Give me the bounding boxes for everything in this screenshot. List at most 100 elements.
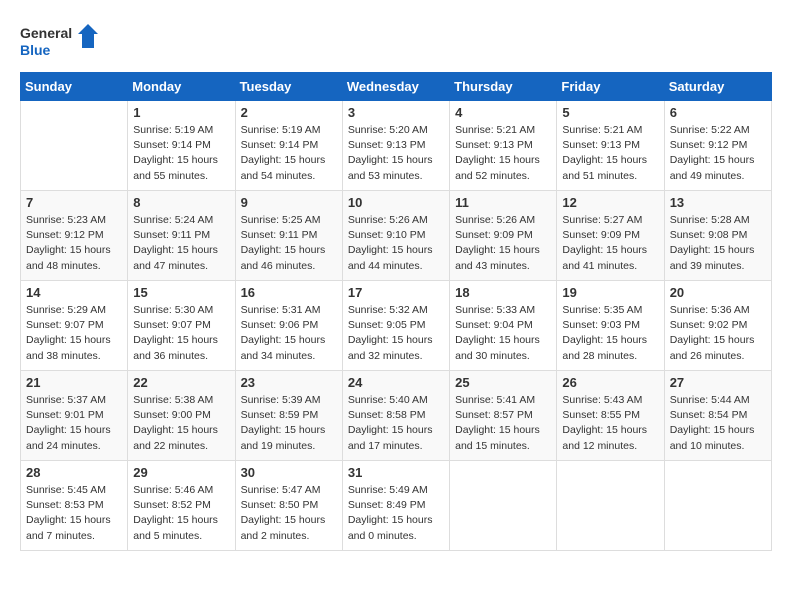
- cell-info: Sunrise: 5:41 AM Sunset: 8:57 PM Dayligh…: [455, 393, 551, 454]
- calendar-cell: 9 Sunrise: 5:25 AM Sunset: 9:11 PM Daylig…: [235, 191, 342, 281]
- cell-info: Sunrise: 5:37 AM Sunset: 9:01 PM Dayligh…: [26, 393, 122, 454]
- cell-info: Sunrise: 5:21 AM Sunset: 9:13 PM Dayligh…: [562, 123, 658, 184]
- calendar-cell: 20 Sunrise: 5:36 AM Sunset: 9:02 PM Dayli…: [664, 281, 771, 371]
- calendar-day-header: Friday: [557, 73, 664, 101]
- calendar-cell: 6 Sunrise: 5:22 AM Sunset: 9:12 PM Daylig…: [664, 101, 771, 191]
- day-number: 8: [133, 195, 229, 210]
- day-number: 1: [133, 105, 229, 120]
- calendar-cell: 25 Sunrise: 5:41 AM Sunset: 8:57 PM Dayli…: [450, 371, 557, 461]
- calendar-week-row: 14 Sunrise: 5:29 AM Sunset: 9:07 PM Dayli…: [21, 281, 772, 371]
- calendar-cell: 15 Sunrise: 5:30 AM Sunset: 9:07 PM Dayli…: [128, 281, 235, 371]
- day-number: 3: [348, 105, 444, 120]
- calendar-body: 1 Sunrise: 5:19 AM Sunset: 9:14 PM Daylig…: [21, 101, 772, 551]
- day-number: 21: [26, 375, 122, 390]
- cell-info: Sunrise: 5:23 AM Sunset: 9:12 PM Dayligh…: [26, 213, 122, 274]
- cell-info: Sunrise: 5:30 AM Sunset: 9:07 PM Dayligh…: [133, 303, 229, 364]
- day-number: 9: [241, 195, 337, 210]
- calendar-table: SundayMondayTuesdayWednesdayThursdayFrid…: [20, 72, 772, 551]
- cell-info: Sunrise: 5:40 AM Sunset: 8:58 PM Dayligh…: [348, 393, 444, 454]
- calendar-cell: 11 Sunrise: 5:26 AM Sunset: 9:09 PM Dayli…: [450, 191, 557, 281]
- calendar-cell: 13Sunrise: 5:28 AM Sunset: 9:08 PM Dayli…: [664, 191, 771, 281]
- day-number: 17: [348, 285, 444, 300]
- calendar-cell: 24 Sunrise: 5:40 AM Sunset: 8:58 PM Dayli…: [342, 371, 449, 461]
- calendar-cell: 4 Sunrise: 5:21 AM Sunset: 9:13 PM Daylig…: [450, 101, 557, 191]
- calendar-cell: 7 Sunrise: 5:23 AM Sunset: 9:12 PM Daylig…: [21, 191, 128, 281]
- day-number: 18: [455, 285, 551, 300]
- day-number: 4: [455, 105, 551, 120]
- day-number: 12: [562, 195, 658, 210]
- cell-info: Sunrise: 5:36 AM Sunset: 9:02 PM Dayligh…: [670, 303, 766, 364]
- calendar-day-header: Thursday: [450, 73, 557, 101]
- calendar-cell: 12 Sunrise: 5:27 AM Sunset: 9:09 PM Dayli…: [557, 191, 664, 281]
- calendar-header: SundayMondayTuesdayWednesdayThursdayFrid…: [21, 73, 772, 101]
- day-number: 31: [348, 465, 444, 480]
- cell-info: Sunrise: 5:19 AM Sunset: 9:14 PM Dayligh…: [133, 123, 229, 184]
- calendar-cell: 3Sunrise: 5:20 AM Sunset: 9:13 PM Daylig…: [342, 101, 449, 191]
- calendar-day-header: Tuesday: [235, 73, 342, 101]
- day-number: 22: [133, 375, 229, 390]
- calendar-week-row: 21 Sunrise: 5:37 AM Sunset: 9:01 PM Dayli…: [21, 371, 772, 461]
- calendar-cell: 1 Sunrise: 5:19 AM Sunset: 9:14 PM Daylig…: [128, 101, 235, 191]
- cell-info: Sunrise: 5:22 AM Sunset: 9:12 PM Dayligh…: [670, 123, 766, 184]
- day-number: 11: [455, 195, 551, 210]
- cell-info: Sunrise: 5:38 AM Sunset: 9:00 PM Dayligh…: [133, 393, 229, 454]
- calendar-cell: 29 Sunrise: 5:46 AM Sunset: 8:52 PM Dayli…: [128, 461, 235, 551]
- calendar-week-row: 1 Sunrise: 5:19 AM Sunset: 9:14 PM Daylig…: [21, 101, 772, 191]
- day-number: 6: [670, 105, 766, 120]
- cell-info: Sunrise: 5:27 AM Sunset: 9:09 PM Dayligh…: [562, 213, 658, 274]
- day-number: 26: [562, 375, 658, 390]
- cell-info: Sunrise: 5:39 AM Sunset: 8:59 PM Dayligh…: [241, 393, 337, 454]
- day-number: 10: [348, 195, 444, 210]
- calendar-cell: 5Sunrise: 5:21 AM Sunset: 9:13 PM Daylig…: [557, 101, 664, 191]
- cell-info: Sunrise: 5:44 AM Sunset: 8:54 PM Dayligh…: [670, 393, 766, 454]
- calendar-header-row: SundayMondayTuesdayWednesdayThursdayFrid…: [21, 73, 772, 101]
- calendar-cell: 18 Sunrise: 5:33 AM Sunset: 9:04 PM Dayli…: [450, 281, 557, 371]
- calendar-cell: [557, 461, 664, 551]
- calendar-cell: 17Sunrise: 5:32 AM Sunset: 9:05 PM Dayli…: [342, 281, 449, 371]
- cell-info: Sunrise: 5:46 AM Sunset: 8:52 PM Dayligh…: [133, 483, 229, 544]
- cell-info: Sunrise: 5:49 AM Sunset: 8:49 PM Dayligh…: [348, 483, 444, 544]
- day-number: 20: [670, 285, 766, 300]
- svg-text:Blue: Blue: [20, 42, 51, 58]
- calendar-cell: 28 Sunrise: 5:45 AM Sunset: 8:53 PM Dayli…: [21, 461, 128, 551]
- logo-svg: General Blue: [20, 20, 100, 62]
- cell-info: Sunrise: 5:21 AM Sunset: 9:13 PM Dayligh…: [455, 123, 551, 184]
- calendar-cell: 10Sunrise: 5:26 AM Sunset: 9:10 PM Dayli…: [342, 191, 449, 281]
- day-number: 14: [26, 285, 122, 300]
- cell-info: Sunrise: 5:47 AM Sunset: 8:50 PM Dayligh…: [241, 483, 337, 544]
- day-number: 16: [241, 285, 337, 300]
- cell-info: Sunrise: 5:28 AM Sunset: 9:08 PM Dayligh…: [670, 213, 766, 274]
- cell-info: Sunrise: 5:33 AM Sunset: 9:04 PM Dayligh…: [455, 303, 551, 364]
- day-number: 27: [670, 375, 766, 390]
- day-number: 29: [133, 465, 229, 480]
- calendar-day-header: Monday: [128, 73, 235, 101]
- calendar-week-row: 7 Sunrise: 5:23 AM Sunset: 9:12 PM Daylig…: [21, 191, 772, 281]
- cell-info: Sunrise: 5:26 AM Sunset: 9:09 PM Dayligh…: [455, 213, 551, 274]
- calendar-cell: 31 Sunrise: 5:49 AM Sunset: 8:49 PM Dayli…: [342, 461, 449, 551]
- day-number: 7: [26, 195, 122, 210]
- cell-info: Sunrise: 5:35 AM Sunset: 9:03 PM Dayligh…: [562, 303, 658, 364]
- cell-info: Sunrise: 5:29 AM Sunset: 9:07 PM Dayligh…: [26, 303, 122, 364]
- cell-info: Sunrise: 5:25 AM Sunset: 9:11 PM Dayligh…: [241, 213, 337, 274]
- calendar-day-header: Sunday: [21, 73, 128, 101]
- day-number: 15: [133, 285, 229, 300]
- day-number: 2: [241, 105, 337, 120]
- cell-info: Sunrise: 5:45 AM Sunset: 8:53 PM Dayligh…: [26, 483, 122, 544]
- cell-info: Sunrise: 5:31 AM Sunset: 9:06 PM Dayligh…: [241, 303, 337, 364]
- calendar-cell: 23 Sunrise: 5:39 AM Sunset: 8:59 PM Dayli…: [235, 371, 342, 461]
- calendar-cell: 22 Sunrise: 5:38 AM Sunset: 9:00 PM Dayli…: [128, 371, 235, 461]
- calendar-cell: 14 Sunrise: 5:29 AM Sunset: 9:07 PM Dayli…: [21, 281, 128, 371]
- calendar-cell: [664, 461, 771, 551]
- calendar-cell: 30 Sunrise: 5:47 AM Sunset: 8:50 PM Dayli…: [235, 461, 342, 551]
- day-number: 30: [241, 465, 337, 480]
- day-number: 24: [348, 375, 444, 390]
- day-number: 23: [241, 375, 337, 390]
- day-number: 19: [562, 285, 658, 300]
- day-number: 28: [26, 465, 122, 480]
- calendar-cell: [450, 461, 557, 551]
- calendar-cell: 21 Sunrise: 5:37 AM Sunset: 9:01 PM Dayli…: [21, 371, 128, 461]
- svg-text:General: General: [20, 25, 72, 41]
- calendar-cell: 27 Sunrise: 5:44 AM Sunset: 8:54 PM Dayli…: [664, 371, 771, 461]
- day-number: 25: [455, 375, 551, 390]
- calendar-cell: 19 Sunrise: 5:35 AM Sunset: 9:03 PM Dayli…: [557, 281, 664, 371]
